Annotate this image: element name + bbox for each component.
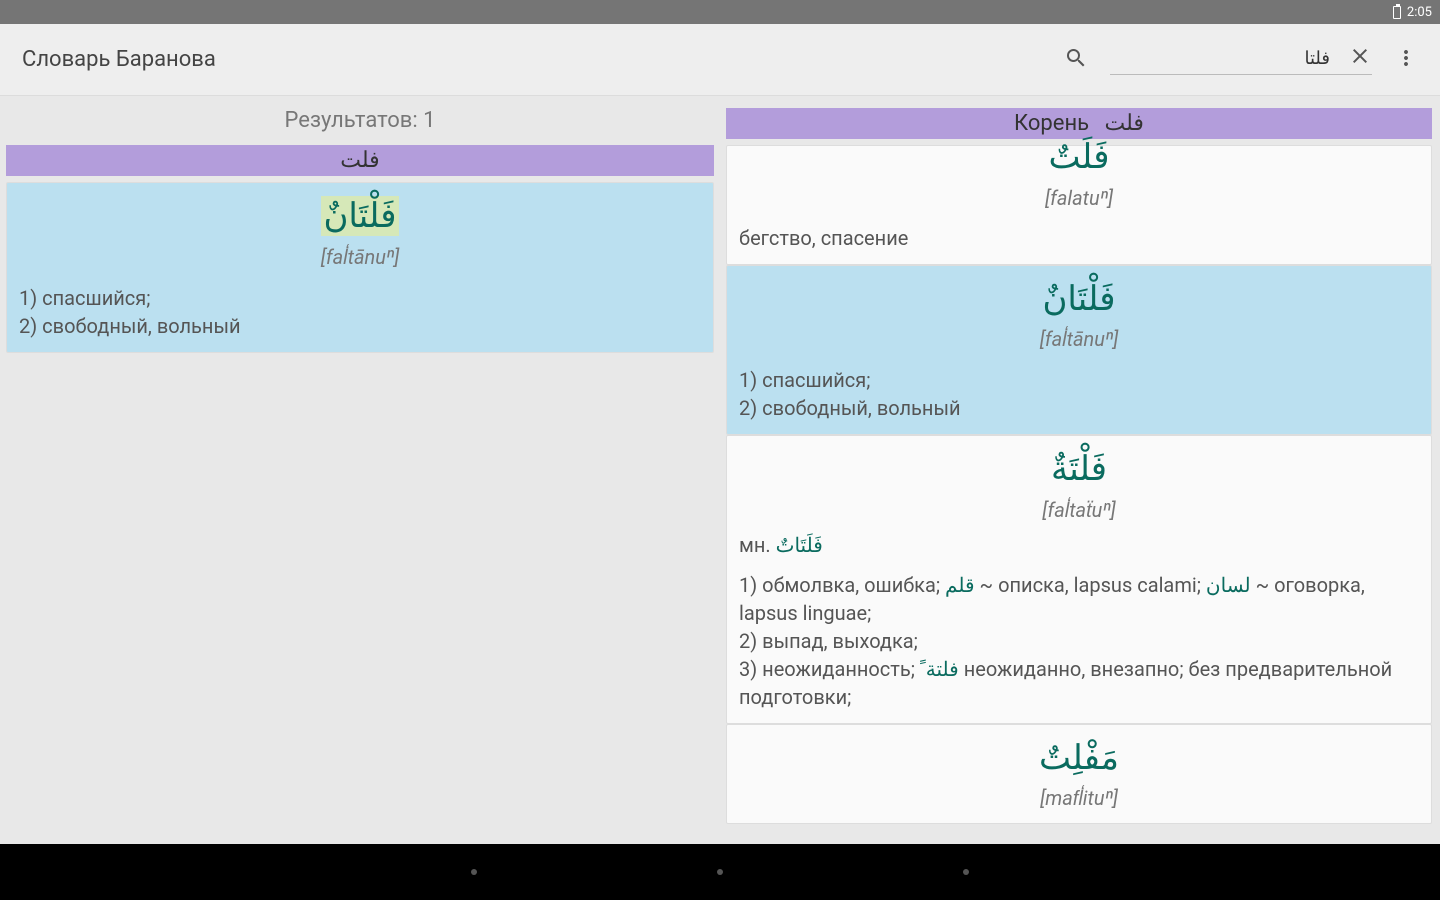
entry-translit: [fal͏̒tānuⁿ] xyxy=(19,245,701,270)
entry-body: 1) спасшийся; 2) свободный, вольный xyxy=(739,366,1419,422)
search-box xyxy=(1110,44,1372,75)
result-card[interactable]: فَلْتَانٌ [fal͏̒tānuⁿ] 1) спасшийся; 2) … xyxy=(6,182,714,353)
root-label: Корень xyxy=(1014,111,1089,136)
entry-translit: [mafl͏̒ituⁿ] xyxy=(739,786,1419,811)
detail-card[interactable]: فَلَتٌ[falatuⁿ]бегство, спасение xyxy=(726,145,1432,265)
entry-body: 1) обмолвка, ошибка; قلم ~ описка, lapsu… xyxy=(739,571,1419,711)
clear-search-icon[interactable] xyxy=(1348,44,1372,72)
entry-arabic: مَفْلِتٌ xyxy=(739,735,1419,783)
entry-arabic: فَلْتَانٌ xyxy=(19,193,701,241)
status-time: 2:05 xyxy=(1407,5,1432,20)
android-nav-bar xyxy=(0,844,1440,900)
entry-arabic: فَلْتَةٌ xyxy=(739,446,1419,494)
nav-dot xyxy=(717,869,723,875)
entry-arabic: فَلْتَانٌ xyxy=(739,276,1419,324)
app-title: Словарь Баранова xyxy=(22,47,216,72)
root-arabic: فلت xyxy=(340,148,379,173)
detail-card[interactable]: فَلْتَةٌ [fal͏̒taẗuⁿ] мн. فَلَتَاتٌ 1) обм… xyxy=(726,435,1432,724)
detail-card[interactable]: مَفْلِتٌ [mafl͏̒ituⁿ] xyxy=(726,724,1432,825)
search-input[interactable] xyxy=(1110,48,1330,69)
search-icon[interactable] xyxy=(1064,46,1088,74)
nav-dot xyxy=(963,869,969,875)
entry-body: 1) спасшийся; 2) свободный, вольный xyxy=(19,284,701,340)
entry-translit: [fal͏̒taẗuⁿ] xyxy=(739,498,1419,523)
entry-body: бегство, спасение xyxy=(739,224,1419,252)
entry-arabic: فَلَتٌ xyxy=(739,134,1419,182)
results-pane: Результатов: 1 فلت فَلْتَانٌ [fal͏̒tānuⁿ… xyxy=(0,96,720,844)
overflow-menu-icon[interactable] xyxy=(1394,46,1418,74)
results-count: Результатов: 1 xyxy=(6,108,714,133)
nav-arrows xyxy=(726,830,1432,844)
result-root-header: فلت xyxy=(6,145,714,176)
entry-translit: [falatuⁿ] xyxy=(739,186,1419,210)
entry-translit: [fal͏̒tānuⁿ] xyxy=(739,327,1419,352)
battery-icon xyxy=(1393,6,1401,19)
detail-pane: Корень فلت فَلَتٌ [falatuⁿ] бегство, спасе… xyxy=(720,96,1440,844)
toolbar: Словарь Баранова xyxy=(0,24,1440,96)
nav-dot xyxy=(471,869,477,875)
status-bar: 2:05 xyxy=(0,0,1440,24)
entry-plural: мн. فَلَتَاتٌ xyxy=(739,533,1419,557)
content-split: Результатов: 1 فلت فَلْتَانٌ [fal͏̒tānuⁿ… xyxy=(0,96,1440,844)
root-arabic: فلت xyxy=(1105,111,1144,136)
detail-card[interactable]: فَلْتَانٌ [fal͏̒tānuⁿ] 1) спасшийся; 2) св… xyxy=(726,265,1432,436)
